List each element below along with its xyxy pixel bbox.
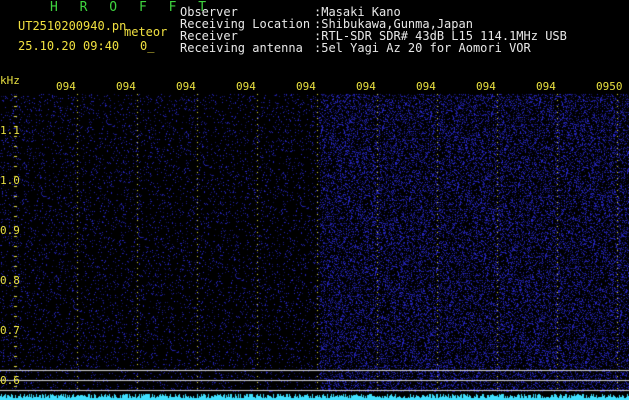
x-tick-label: 094 xyxy=(536,80,556,93)
y-tick-label: 0.8 xyxy=(0,274,20,287)
x-tick-label: 094 xyxy=(296,80,316,93)
x-tick-label: 094 xyxy=(416,80,436,93)
spectrogram-canvas xyxy=(0,0,629,400)
x-tick-label: 094 xyxy=(116,80,136,93)
x-tick-label: 094 xyxy=(56,80,76,93)
counter-label: 0_ xyxy=(140,39,155,53)
y-tick-label: 1.1 xyxy=(0,124,20,137)
filename-label: UT2510200940.pn xyxy=(18,19,127,33)
x-tick-label: 094 xyxy=(476,80,496,93)
antenna-value: :5el Yagi Az 20 for Aomori VOR xyxy=(314,41,531,55)
x-tick-label: 094 xyxy=(356,80,376,93)
y-tick-label: 0.9 xyxy=(0,224,20,237)
x-tick-label: 094 xyxy=(176,80,196,93)
y-tick-label: 0.6 xyxy=(0,374,20,387)
y-tick-label: 0.7 xyxy=(0,324,20,337)
antenna-label: Receiving antenna xyxy=(180,41,303,55)
mode-label: meteor xyxy=(124,25,168,39)
x-tick-label: 094 xyxy=(236,80,256,93)
timestamp-label: 25.10.20 09:40 xyxy=(18,39,120,53)
x-tick-label: 0950 xyxy=(596,80,623,93)
y-tick-label: 1.0 xyxy=(0,174,20,187)
unit-label: kHz xyxy=(0,74,20,87)
